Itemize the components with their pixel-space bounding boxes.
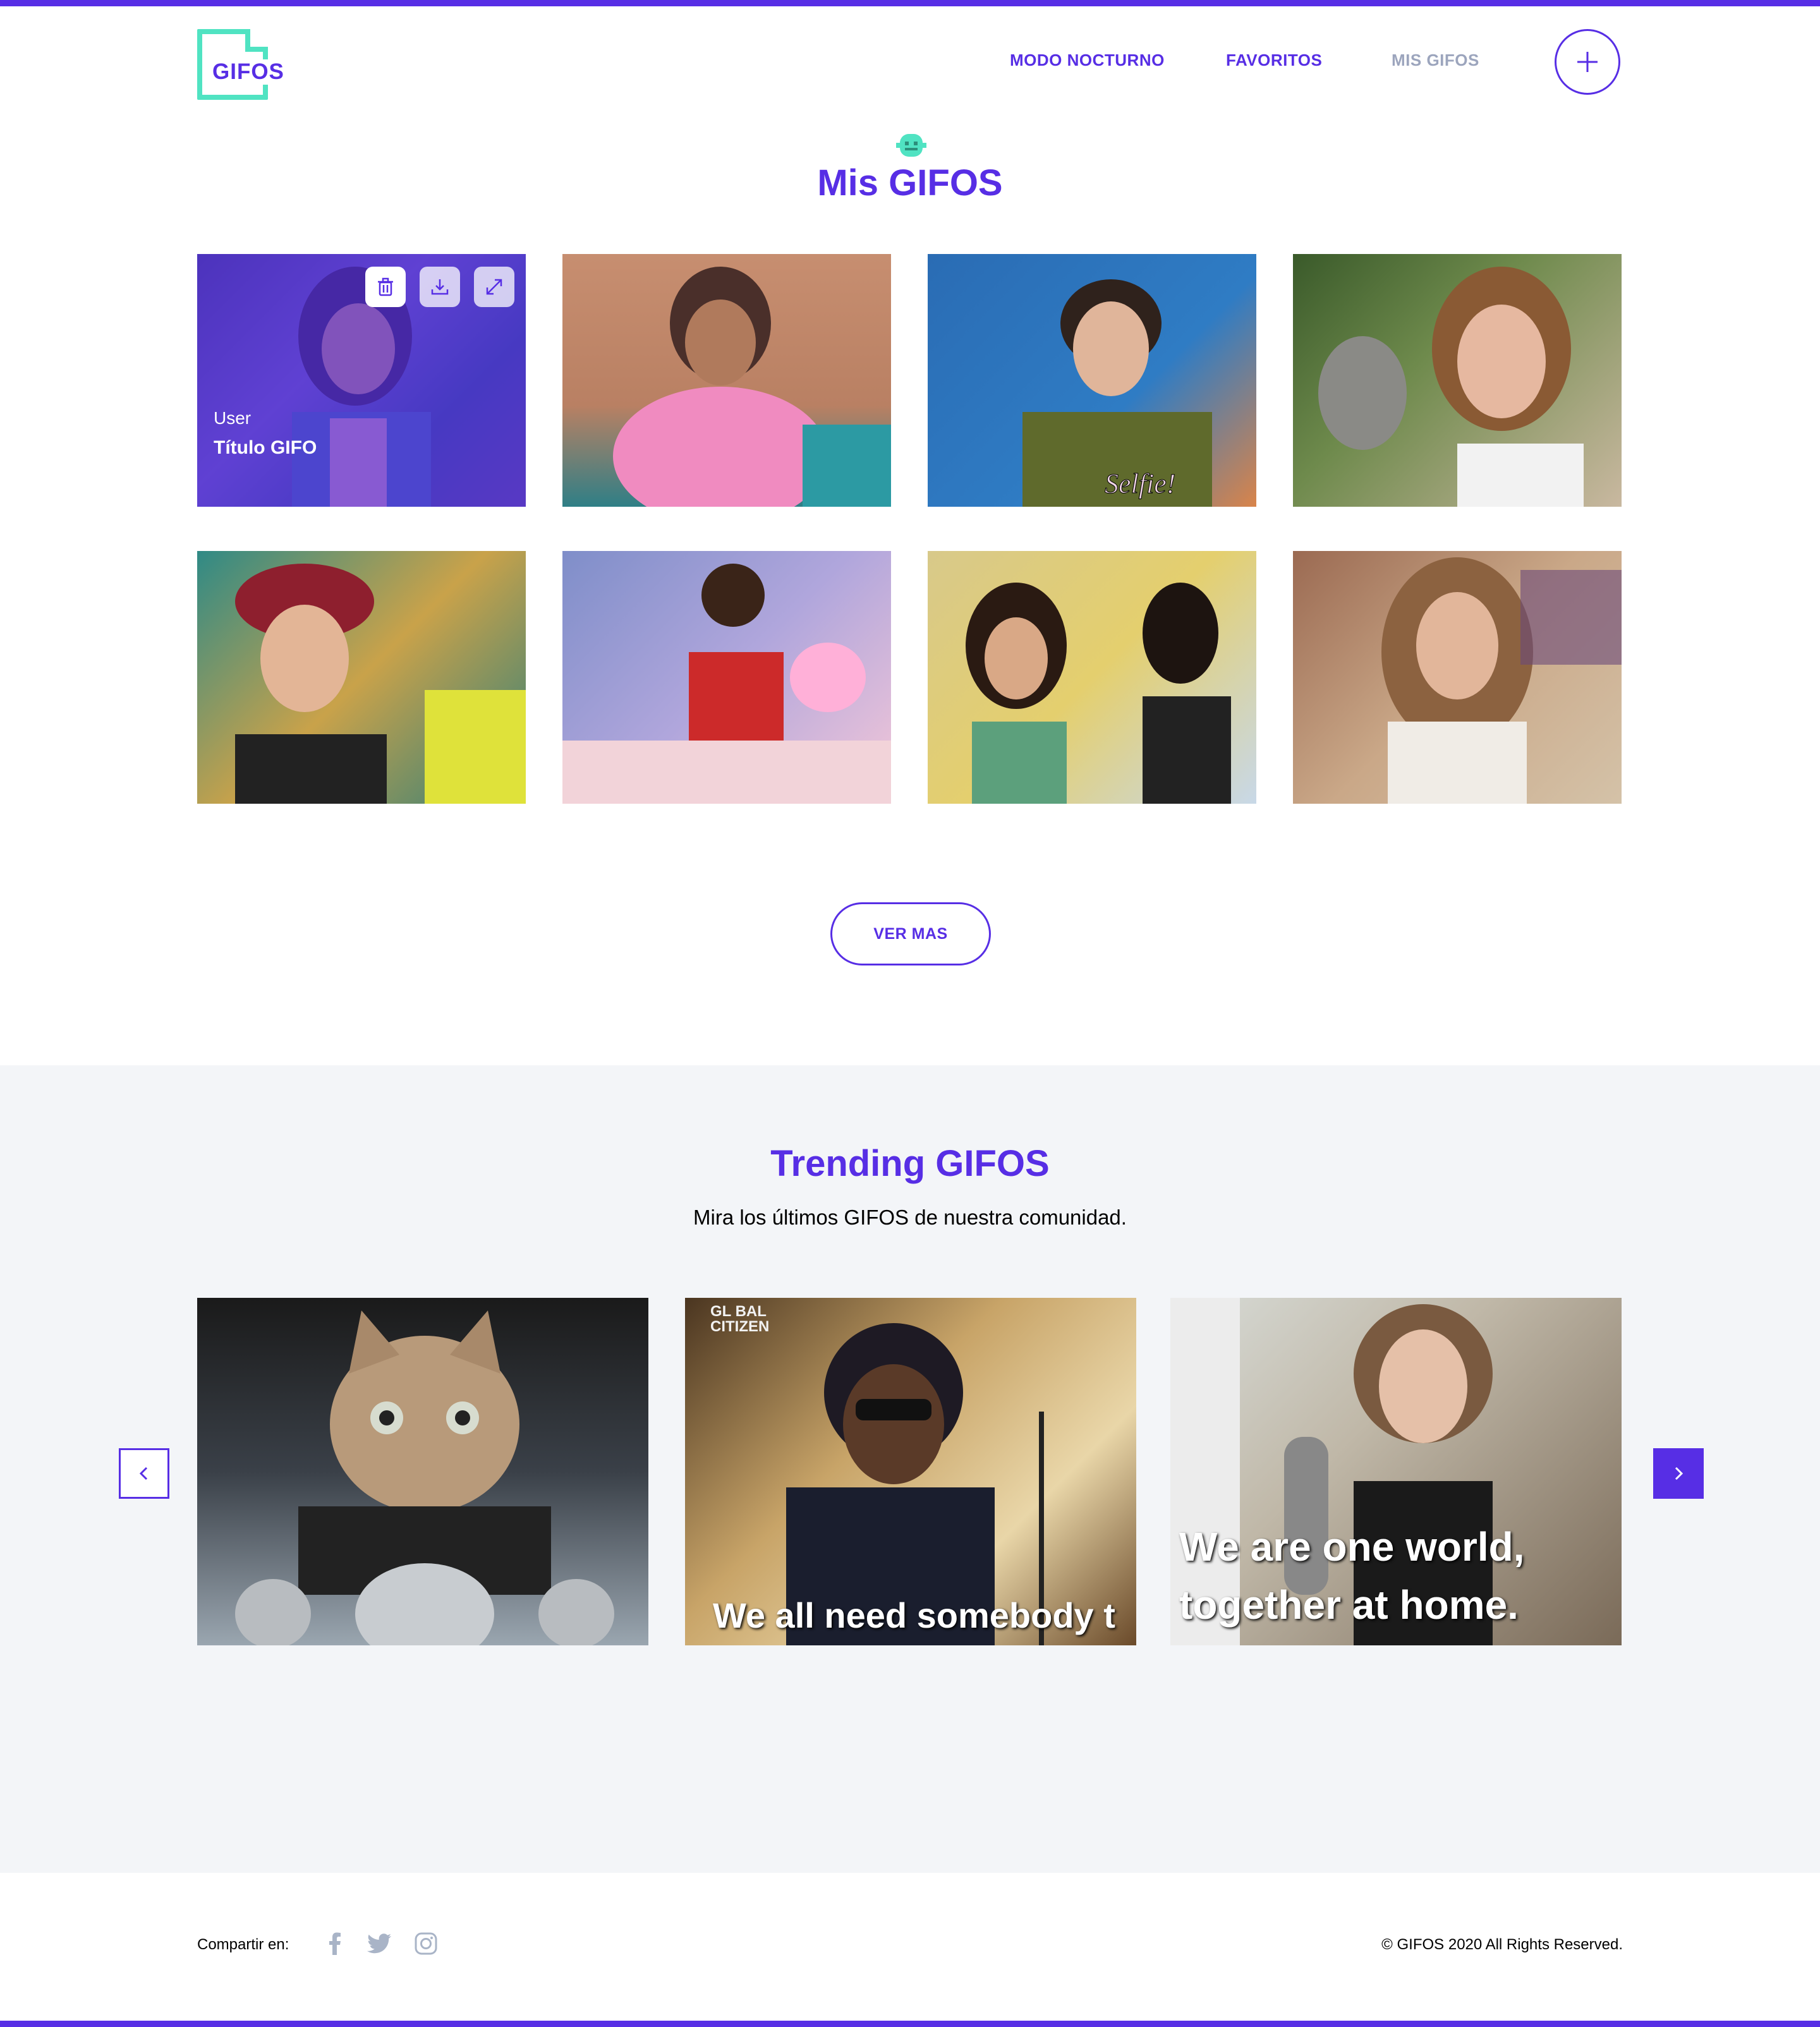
gifo-tile[interactable]: Selfie! <box>928 254 1256 507</box>
gifo-image <box>1318 267 1584 507</box>
gifo-image <box>966 583 1231 804</box>
trending-card-caption: We are one world, together at home. <box>1179 1524 1525 1628</box>
gifo-tile[interactable] <box>1293 254 1622 507</box>
gifo-tile[interactable] <box>1293 551 1622 804</box>
facebook-link[interactable] <box>322 1931 348 1956</box>
trending-title: Trending GIFOS <box>770 1143 1050 1184</box>
gifo-tile[interactable]: User Título GIFO <box>197 254 526 507</box>
gifo-user: User <box>214 408 252 428</box>
gifo-image <box>562 564 891 804</box>
nav-favoritos[interactable]: FAVORITOS <box>1226 51 1322 70</box>
ver-mas-button[interactable]: VER MAS <box>830 902 991 965</box>
gifo-tile[interactable] <box>928 551 1256 804</box>
chevron-left-icon <box>139 1467 148 1480</box>
expand-icon <box>486 279 502 295</box>
gifo-image <box>786 1323 1044 1645</box>
expand-button[interactable] <box>474 267 514 307</box>
global-citizen-badge: GL BAL CITIZEN <box>710 1303 770 1335</box>
trending-card[interactable] <box>197 1298 648 1645</box>
gifos-logo[interactable]: GIFOS <box>197 29 286 105</box>
share-label: Compartir en: <box>197 1936 289 1953</box>
logo-text: GIFOS <box>211 59 286 85</box>
instagram-icon <box>415 1932 437 1955</box>
delete-button[interactable] <box>365 267 406 307</box>
trending-card[interactable]: We are one world, together at home. <box>1170 1298 1622 1645</box>
smiley-icon <box>896 130 926 160</box>
gifo-tile[interactable] <box>562 551 891 804</box>
gifo-image <box>235 564 526 804</box>
gifo-image: Selfie! <box>1022 279 1212 507</box>
bottom-accent-bar <box>0 2021 1820 2027</box>
gifo-image <box>235 1310 614 1645</box>
chevron-right-icon <box>1675 1467 1684 1480</box>
carousel-prev-button[interactable] <box>119 1448 169 1499</box>
create-gifo-button[interactable] <box>1555 29 1620 95</box>
gifo-tile[interactable] <box>197 551 526 804</box>
instagram-link[interactable] <box>413 1931 439 1956</box>
trending-card-caption: We all need somebody t <box>713 1595 1115 1635</box>
plus-icon <box>1577 52 1598 72</box>
gifo-image <box>1381 557 1622 804</box>
twitter-link[interactable] <box>367 1931 392 1956</box>
logo-document-fold <box>245 29 268 52</box>
download-icon <box>431 279 449 295</box>
twitter-icon <box>367 1933 391 1954</box>
gifo-tile[interactable] <box>562 254 891 507</box>
trending-card[interactable]: GL BAL CITIZEN We all need somebody t <box>685 1298 1136 1645</box>
gifo-image <box>613 267 891 507</box>
trending-subtitle: Mira los últimos GIFOS de nuestra comuni… <box>693 1206 1127 1229</box>
facebook-icon <box>329 1932 341 1955</box>
nav-modo-nocturno[interactable]: MODO NOCTURNO <box>1010 51 1165 70</box>
download-button[interactable] <box>420 267 460 307</box>
gifo-title: Título GIFO <box>214 437 317 458</box>
top-accent-bar <box>0 0 1820 6</box>
svg-text:Selfie!: Selfie! <box>1105 468 1175 499</box>
trash-icon <box>378 277 393 296</box>
copyright: © GIFOS 2020 All Rights Reserved. <box>1381 1936 1623 1953</box>
nav-mis-gifos[interactable]: MIS GIFOS <box>1392 51 1479 70</box>
page-title: Mis GIFOS <box>817 162 1003 203</box>
carousel-next-button[interactable] <box>1653 1448 1704 1499</box>
